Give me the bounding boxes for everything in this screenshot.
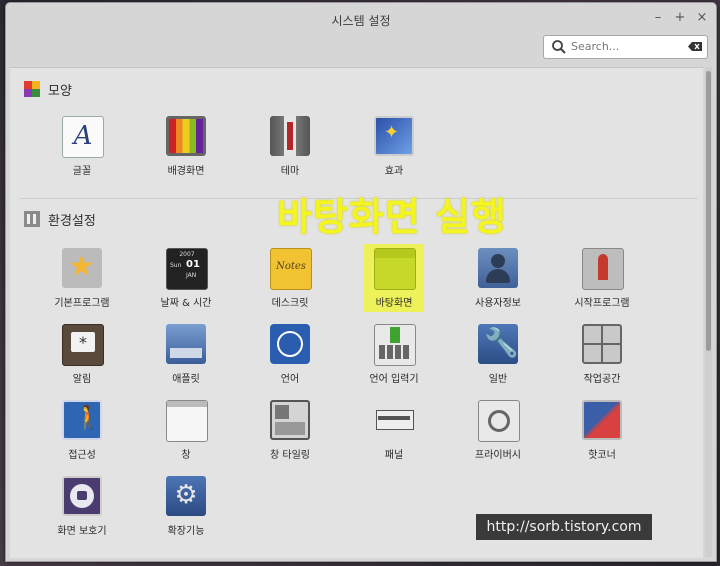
item-label: 알림 xyxy=(72,374,92,385)
window-tiling-icon xyxy=(270,400,310,440)
item-label: 사용자정보 xyxy=(475,298,521,309)
user-icon xyxy=(478,248,518,288)
font-icon: A xyxy=(62,116,104,158)
item-startup-apps[interactable]: 시작프로그램 xyxy=(550,248,654,320)
item-label: 데스크릿 xyxy=(271,298,309,309)
privacy-icon xyxy=(478,400,520,442)
item-label: 테마 xyxy=(280,166,300,177)
calendar-month: JAN xyxy=(186,272,197,279)
item-label: 애플릿 xyxy=(172,374,200,385)
item-label: 글꼴 xyxy=(72,166,92,177)
calendar-icon: 2007 Sun 01 JAN xyxy=(166,248,208,290)
item-general[interactable]: 🔧 일반 xyxy=(446,324,550,396)
item-label: 패널 xyxy=(384,450,404,461)
desklets-icon-text: Notes xyxy=(276,261,306,272)
item-label: 확장기능 xyxy=(167,526,205,537)
item-extensions[interactable]: ⚙ 확장기능 xyxy=(134,476,238,548)
item-date-time[interactable]: 2007 Sun 01 JAN 날짜 & 시간 xyxy=(134,248,238,320)
screensaver-icon xyxy=(62,476,102,516)
notifications-icon: * xyxy=(62,324,104,366)
themes-icon xyxy=(270,116,310,156)
input-method-icon xyxy=(374,324,416,366)
search-box[interactable] xyxy=(543,35,708,59)
system-settings-window: 시스템 설정 – + × 모양 A 글꼴 배경 xyxy=(5,2,717,562)
item-privacy[interactable]: 프라이버시 xyxy=(446,400,550,472)
search-icon xyxy=(552,40,566,54)
item-label: 시작프로그램 xyxy=(574,298,630,309)
item-font[interactable]: A 글꼴 xyxy=(30,116,134,188)
appearance-icon xyxy=(24,81,40,97)
section-title-appearance: 모양 xyxy=(48,84,72,99)
item-label: 창 xyxy=(181,450,191,461)
item-effects[interactable]: ✦ 효과 xyxy=(342,116,446,188)
item-label: 언어 입력기 xyxy=(369,374,419,385)
item-label: 배경화면 xyxy=(167,166,205,177)
item-label: 창 타일링 xyxy=(270,450,310,461)
minimize-button[interactable]: – xyxy=(649,9,667,27)
scrollbar-thumb[interactable] xyxy=(706,71,711,351)
item-label: 날짜 & 시간 xyxy=(160,298,212,309)
hot-corners-icon xyxy=(582,400,622,440)
windows-icon xyxy=(166,400,208,442)
item-label: 언어 xyxy=(280,374,300,385)
item-label: 바탕화면 xyxy=(375,298,413,309)
item-backgrounds[interactable]: 배경화면 xyxy=(134,116,238,188)
startup-icon xyxy=(582,248,624,290)
item-accessibility[interactable]: 🚶 접근성 xyxy=(30,400,134,472)
accessibility-icon: 🚶 xyxy=(62,400,103,440)
item-workspaces[interactable]: 작업공간 xyxy=(550,324,654,396)
desktop-icon xyxy=(374,248,416,290)
item-label: 작업공간 xyxy=(583,374,621,385)
settings-content: 모양 A 글꼴 배경화면 테마 ✦ 효과 환경설정 ★ 기본프로그램 2007 … xyxy=(10,67,703,558)
item-panel[interactable]: 패널 xyxy=(342,400,446,472)
effects-icon: ✦ xyxy=(374,116,414,156)
calendar-year: 2007 xyxy=(179,251,195,258)
item-label: 접근성 xyxy=(68,450,96,461)
item-applets[interactable]: 애플릿 xyxy=(134,324,238,396)
item-windows[interactable]: 창 xyxy=(134,400,238,472)
maximize-button[interactable]: + xyxy=(671,9,689,27)
general-icon: 🔧 xyxy=(478,324,519,364)
extensions-icon: ⚙ xyxy=(166,476,206,516)
clear-icon[interactable] xyxy=(688,39,703,54)
panel-icon xyxy=(374,400,414,440)
close-button[interactable]: × xyxy=(693,9,711,27)
watermark: http://sorb.tistory.com xyxy=(476,514,652,540)
calendar-day-name: Sun xyxy=(170,262,182,269)
item-hot-corners[interactable]: 핫코너 xyxy=(550,400,654,472)
item-themes[interactable]: 테마 xyxy=(238,116,342,188)
item-label: 효과 xyxy=(384,166,404,177)
item-notifications[interactable]: * 알림 xyxy=(30,324,134,396)
applets-icon xyxy=(166,324,206,364)
item-label: 화면 보호기 xyxy=(57,526,107,537)
item-label: 프라이버시 xyxy=(475,450,521,461)
item-label: 핫코너 xyxy=(588,450,616,461)
backgrounds-icon xyxy=(166,116,206,156)
preferences-icon xyxy=(24,211,40,227)
item-preferred-apps[interactable]: ★ 기본프로그램 xyxy=(30,248,134,320)
item-desktop[interactable]: 바탕화면 xyxy=(342,244,446,320)
titlebar[interactable]: 시스템 설정 – + × xyxy=(6,3,716,35)
item-user-info[interactable]: 사용자정보 xyxy=(446,248,550,320)
calendar-day: 01 xyxy=(186,259,200,270)
preferred-apps-icon: ★ xyxy=(62,248,102,288)
section-title-preferences: 환경설정 xyxy=(48,214,96,229)
item-desklets[interactable]: Notes 데스크릿 xyxy=(238,248,342,320)
item-window-tiling[interactable]: 창 타일링 xyxy=(238,400,342,472)
window-title: 시스템 설정 xyxy=(331,14,391,28)
overlay-caption: 바탕화면 실행 xyxy=(277,195,507,239)
item-screensaver[interactable]: 화면 보호기 xyxy=(30,476,134,548)
item-input-method[interactable]: 언어 입력기 xyxy=(342,324,446,396)
workspaces-icon xyxy=(582,324,622,364)
language-icon xyxy=(270,324,310,364)
item-label: 일반 xyxy=(488,374,508,385)
desklets-icon: Notes xyxy=(270,248,312,290)
search-input[interactable] xyxy=(571,38,679,54)
item-label: 기본프로그램 xyxy=(54,298,110,309)
vertical-scrollbar[interactable] xyxy=(705,67,712,557)
item-language[interactable]: 언어 xyxy=(238,324,342,396)
